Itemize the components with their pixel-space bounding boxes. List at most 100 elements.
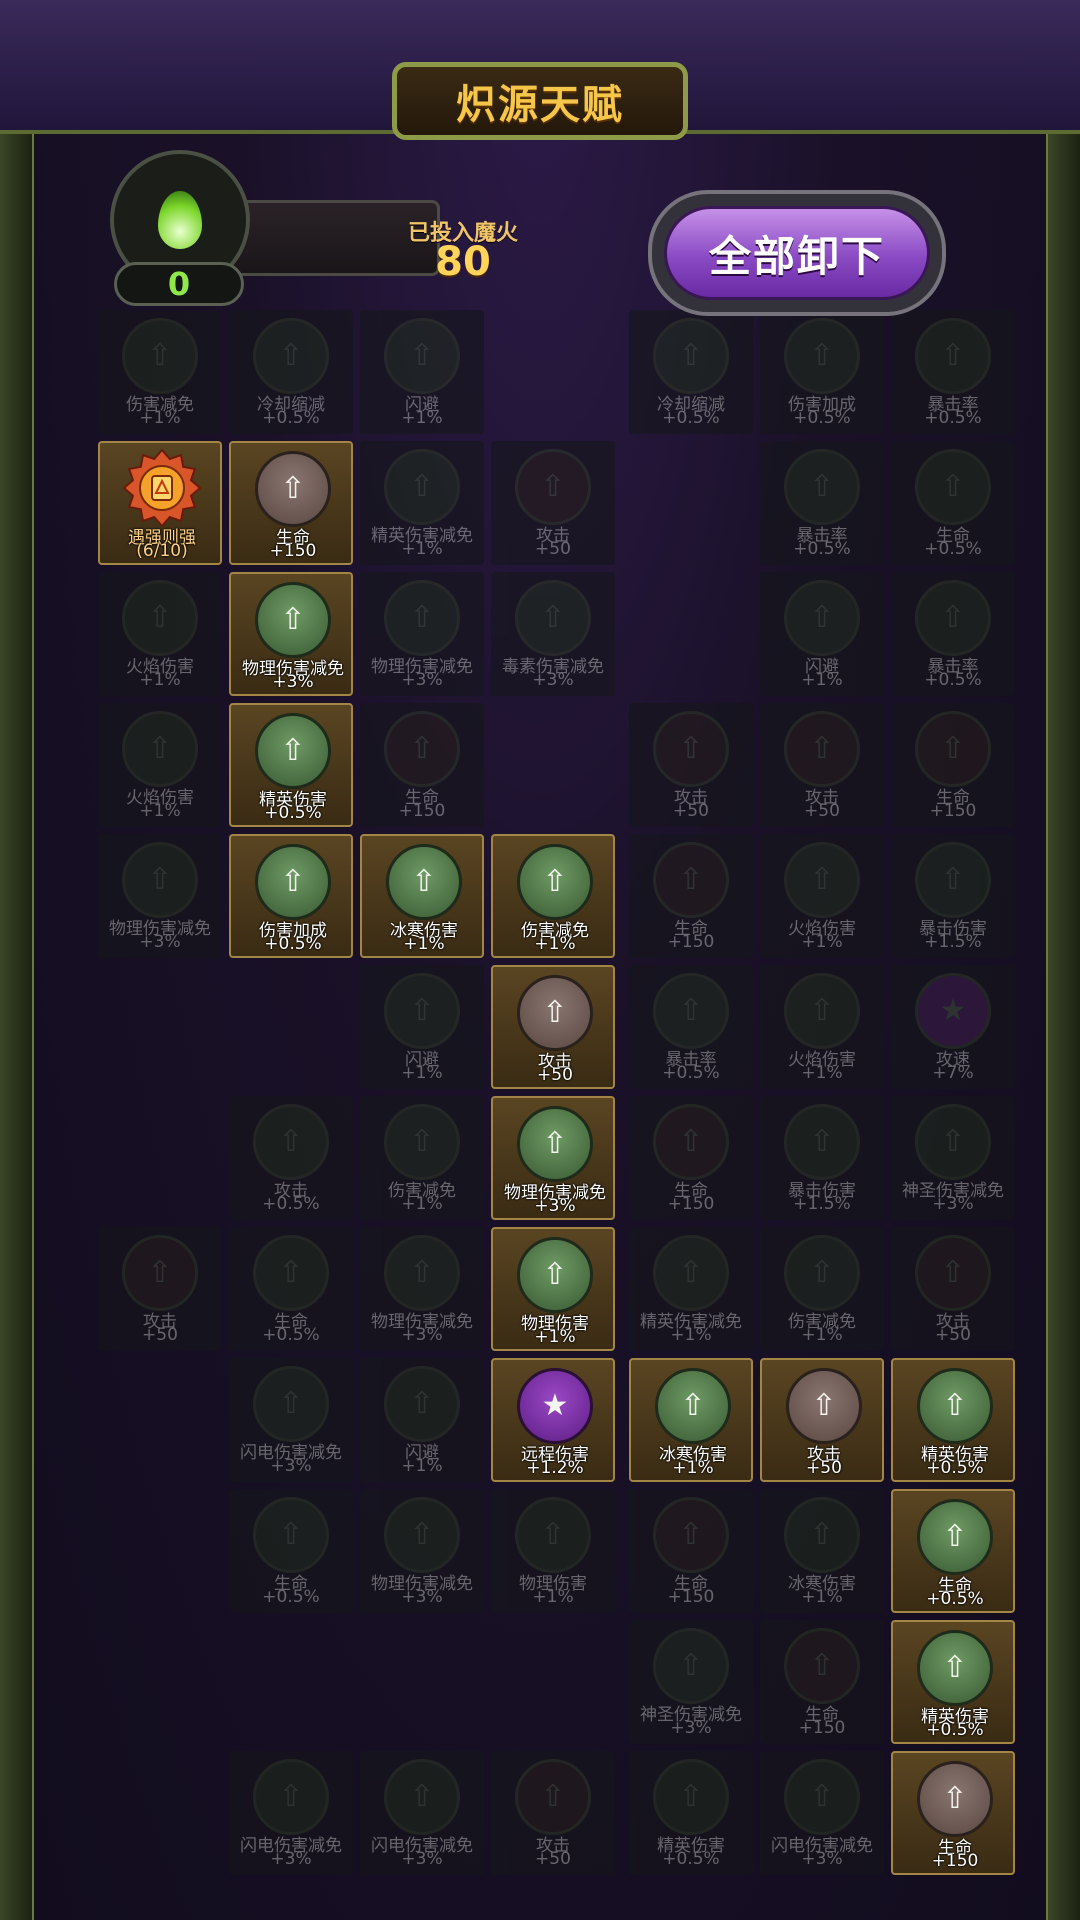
talent-value: +1%	[534, 1327, 576, 1347]
talent-tile[interactable]: ⇧ 精英伤害减免 +1%	[360, 441, 484, 565]
talent-tile[interactable]: ⇧ 毒素伤害减免 +3%	[491, 572, 615, 696]
talent-tile[interactable]: ⇧ 生命 +150	[629, 1489, 753, 1613]
arrow-up-icon: ⇧	[253, 1497, 329, 1573]
talent-tile[interactable]: ⇧ 生命 +0.5%	[229, 1227, 353, 1351]
talent-tile[interactable]: ⇧ 攻击 +50	[760, 703, 884, 827]
talent-tile[interactable]: ⇧ 物理伤害 +1%	[491, 1489, 615, 1613]
talent-tile[interactable]: ⇧ 伤害减免 +1%	[491, 834, 615, 958]
talent-value: +0.5%	[264, 934, 322, 954]
talent-value: +3%	[401, 1325, 443, 1345]
talent-value: +0.5%	[662, 408, 720, 428]
talent-value: +3%	[272, 672, 314, 692]
talent-tile[interactable]: ⇧ 闪避 +1%	[360, 310, 484, 434]
talent-tile[interactable]: ⇧ 火焰伤害 +1%	[760, 834, 884, 958]
talent-tile[interactable]: ⇧ 攻击 +50	[491, 441, 615, 565]
talent-tile[interactable]: ⇧ 伤害加成 +0.5%	[229, 834, 353, 958]
talent-tile[interactable]: ⇧ 攻击 +50	[491, 1751, 615, 1875]
arrow-glyph: ⇧	[809, 1124, 835, 1159]
talent-tile[interactable]: ⇧ 暴击伤害 +1.5%	[891, 834, 1015, 958]
talent-tile[interactable]: ⇧ 物理伤害减免 +3%	[98, 834, 222, 958]
talent-tile[interactable]: ⇧ 物理伤害减免 +3%	[360, 1227, 484, 1351]
talent-value: +0.5%	[262, 1325, 320, 1345]
talent-tile[interactable]: ⇧ 伤害减免 +1%	[98, 310, 222, 434]
star-icon: ★	[915, 973, 991, 1049]
talent-tile[interactable]: ⇧ 冰寒伤害 +1%	[629, 1358, 753, 1482]
arrow-up-icon: ⇧	[784, 711, 860, 787]
talent-tile[interactable]: ⇧ 精英伤害 +0.5%	[629, 1751, 753, 1875]
talent-tile[interactable]: ⇧ 物理伤害减免 +3%	[360, 1489, 484, 1613]
talent-tile[interactable]: ⇧ 物理伤害减免 +3%	[491, 1096, 615, 1220]
talent-value: +1%	[801, 670, 843, 690]
star-glyph: ★	[939, 993, 967, 1028]
arrow-glyph: ⇧	[280, 602, 306, 637]
talent-tile[interactable]: ⇧ 暴击率 +0.5%	[629, 965, 753, 1089]
talent-tile[interactable]: ⇧ 伤害减免 +1%	[360, 1096, 484, 1220]
talent-value: +1%	[401, 1063, 443, 1083]
talent-tile[interactable]: ⇧ 暴击率 +0.5%	[891, 572, 1015, 696]
talent-tile[interactable]: ⇧ 生命 +150	[360, 703, 484, 827]
talent-value: +1%	[139, 801, 181, 821]
arrow-glyph: ⇧	[278, 1517, 304, 1552]
talent-tile[interactable]: ⇧ 冰寒伤害 +1%	[760, 1489, 884, 1613]
talent-value: (6/10)	[136, 541, 188, 561]
arrow-glyph: ⇧	[540, 600, 566, 635]
arrow-up-icon: ⇧	[653, 1759, 729, 1835]
talent-tile[interactable]: ⇧ 闪避 +1%	[360, 965, 484, 1089]
talent-tile[interactable]: ⇧ 火焰伤害 +1%	[98, 572, 222, 696]
talent-value: +150	[667, 932, 715, 952]
talent-tile[interactable]: ⇧ 物理伤害 +1%	[491, 1227, 615, 1351]
talent-tile[interactable]: ⇧ 攻击 +50	[98, 1227, 222, 1351]
talent-tile[interactable]: ⇧ 伤害加成 +0.5%	[760, 310, 884, 434]
talent-tile[interactable]: ⇧ 生命 +150	[760, 1620, 884, 1744]
talent-tile[interactable]: ⇧ 物理伤害减免 +3%	[229, 572, 353, 696]
talent-tile[interactable]: ⇧ 火焰伤害 +1%	[98, 703, 222, 827]
talent-tile[interactable]: ⇧ 暴击率 +0.5%	[891, 310, 1015, 434]
talent-tile[interactable]: ⇧ 闪电伤害减免 +3%	[229, 1358, 353, 1482]
arrow-up-icon: ⇧	[515, 1497, 591, 1573]
talent-tile[interactable]: ⇧ 生命 +0.5%	[229, 1489, 353, 1613]
talent-tile[interactable]: ⇧ 精英伤害减免 +1%	[629, 1227, 753, 1351]
talent-tile[interactable]: ⇧ 神圣伤害减免 +3%	[629, 1620, 753, 1744]
talent-tile[interactable]: ⇧ 火焰伤害 +1%	[760, 965, 884, 1089]
talent-tile[interactable]: ⇧ 精英伤害 +0.5%	[229, 703, 353, 827]
talent-tile[interactable]: ⇧ 生命 +0.5%	[891, 441, 1015, 565]
talent-tile[interactable]: ⇧ 攻击 +50	[760, 1358, 884, 1482]
talent-tile[interactable]: ⇧ 生命 +150	[629, 1096, 753, 1220]
magic-fire-panel: 已投入魔火 80 0	[110, 150, 518, 306]
talent-tile[interactable]: ⇧ 生命 +150	[629, 834, 753, 958]
arrow-glyph: ⇧	[678, 1124, 704, 1159]
talent-tile[interactable]: ⇧ 精英伤害 +0.5%	[891, 1620, 1015, 1744]
talent-tile[interactable]: ★ 攻速 +7%	[891, 965, 1015, 1089]
talent-tile[interactable]: ⇧ 暴击率 +0.5%	[760, 441, 884, 565]
arrow-up-icon: ⇧	[917, 1630, 993, 1706]
talent-tile[interactable]: ⇧ 暴击伤害 +1.5%	[760, 1096, 884, 1220]
talent-tile[interactable]: ⇧ 精英伤害 +0.5%	[891, 1358, 1015, 1482]
talent-tile[interactable]: ⇧ 闪避 +1%	[760, 572, 884, 696]
talent-tile[interactable]: ⇧ 闪避 +1%	[360, 1358, 484, 1482]
arrow-glyph: ⇧	[278, 1386, 304, 1421]
sun-emblem-icon	[122, 449, 202, 527]
talent-tile[interactable]: ⇧ 神圣伤害减免 +3%	[891, 1096, 1015, 1220]
unequip-all-button[interactable]: 全部卸下	[648, 190, 946, 316]
talent-tile-special[interactable]: 遇强则强 (6/10)	[98, 441, 222, 565]
talent-tile[interactable]: ⇧ 生命 +0.5%	[891, 1489, 1015, 1613]
talent-tile[interactable]: ⇧ 冷却缩减 +0.5%	[229, 310, 353, 434]
talent-tile[interactable]: ⇧ 攻击 +50	[891, 1227, 1015, 1351]
arrow-glyph: ⇧	[809, 469, 835, 504]
talent-tile[interactable]: ⇧ 闪电伤害减免 +3%	[360, 1751, 484, 1875]
talent-tile[interactable]: ⇧ 攻击 +50	[629, 703, 753, 827]
talent-tile[interactable]: ⇧ 生命 +150	[891, 1751, 1015, 1875]
talent-tile[interactable]: ⇧ 闪电伤害减免 +3%	[760, 1751, 884, 1875]
talent-tile[interactable]: ★ 远程伤害 +1.2%	[491, 1358, 615, 1482]
talent-tile[interactable]: ⇧ 冷却缩减 +0.5%	[629, 310, 753, 434]
unequip-all-button-face[interactable]: 全部卸下	[664, 206, 930, 300]
talent-tile[interactable]: ⇧ 生命 +150	[891, 703, 1015, 827]
talent-tile[interactable]: ⇧ 生命 +150	[229, 441, 353, 565]
talent-tile[interactable]: ⇧ 闪电伤害减免 +3%	[229, 1751, 353, 1875]
arrow-glyph: ⇧	[278, 1779, 304, 1814]
talent-tile[interactable]: ⇧ 攻击 +0.5%	[229, 1096, 353, 1220]
talent-tile[interactable]: ⇧ 冰寒伤害 +1%	[360, 834, 484, 958]
talent-tile[interactable]: ⇧ 物理伤害减免 +3%	[360, 572, 484, 696]
talent-tile[interactable]: ⇧ 攻击 +50	[491, 965, 615, 1089]
talent-tile[interactable]: ⇧ 伤害减免 +1%	[760, 1227, 884, 1351]
